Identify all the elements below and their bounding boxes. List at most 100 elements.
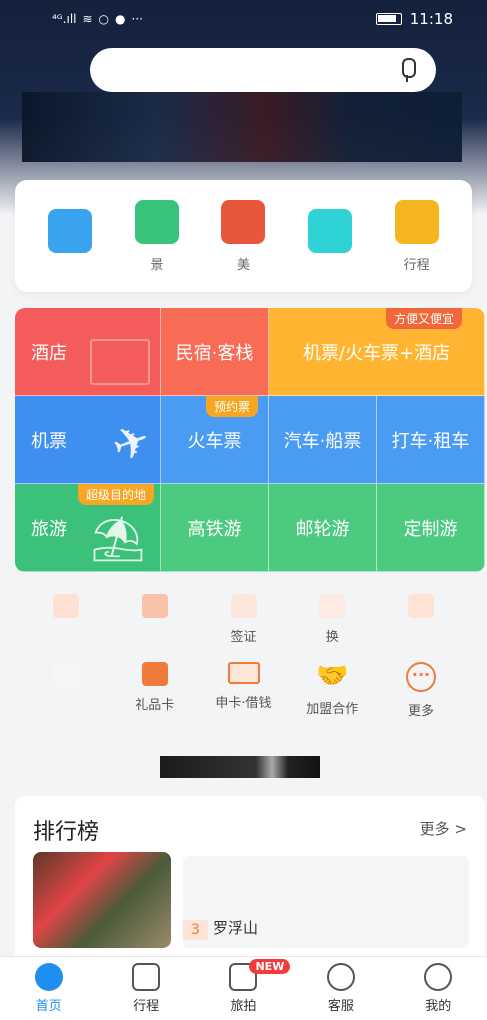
- flight-label: 机票: [31, 430, 67, 452]
- bus-ship-tile[interactable]: 汽车·船票: [269, 396, 377, 484]
- partnership-item[interactable]: 🤝 加盟合作: [292, 662, 372, 719]
- hotel-building-icon: [90, 339, 150, 385]
- hotel-label: 酒店: [31, 342, 67, 364]
- quick-icon: [134, 199, 179, 244]
- place-name: 罗浮山: [213, 919, 259, 937]
- hotel-tile[interactable]: 酒店: [15, 308, 161, 396]
- home-icon: [34, 963, 63, 991]
- service-grid: 酒店 民宿·客栈 方便又便宜 机票/火车票+酒店 机票 ✈ 预约票 火车票 汽车…: [15, 308, 485, 572]
- ranking-card: 排行榜 更多 > 3 罗浮山: [15, 796, 485, 956]
- tab-customer-service[interactable]: 客服: [301, 963, 381, 1014]
- flight-train-hotel-label: 机票/火车票+酒店: [302, 342, 451, 364]
- promo-strip[interactable]: [160, 756, 320, 778]
- tab-profile[interactable]: 我的: [398, 963, 478, 1014]
- credit-card-icon: [227, 662, 260, 684]
- secondary-item[interactable]: [26, 594, 106, 645]
- secondary-item[interactable]: [381, 594, 461, 645]
- credit-card-label: 申卡·借钱: [215, 696, 272, 711]
- quick-icon: [48, 209, 93, 253]
- headset-icon: [326, 963, 355, 991]
- more-icon: ···: [131, 12, 143, 26]
- secondary-row-b: 礼品卡 申卡·借钱 🤝 加盟合作 ··· 更多: [10, 662, 477, 719]
- quick-icon: [308, 209, 353, 253]
- status-icons: ⁴ᴳ.ıll ≋ ○ ● ···: [52, 12, 143, 26]
- rank-number: 3: [183, 920, 208, 940]
- tab-travel-photo-label: 旅拍: [230, 999, 257, 1014]
- wifi-icon: ≋: [82, 12, 93, 26]
- ranking-image[interactable]: [33, 852, 171, 948]
- train-badge: 预约票: [205, 396, 258, 417]
- custom-travel-label: 定制游: [403, 518, 458, 540]
- exchange-label: 换: [325, 630, 339, 645]
- quick-entry-card: 景 美 行程: [15, 180, 472, 292]
- flight-train-hotel-tile[interactable]: 方便又便宜 机票/火车票+酒店: [269, 308, 485, 396]
- taxi-rent-label: 打车·租车: [391, 430, 470, 452]
- handshake-icon: 🤝: [316, 661, 349, 691]
- ellipsis-icon: ···: [406, 662, 436, 692]
- quick-item[interactable]: [294, 209, 366, 263]
- tab-itinerary[interactable]: 行程: [106, 963, 186, 1014]
- ranking-title: 排行榜: [33, 820, 100, 845]
- tab-itinerary-label: 行程: [133, 999, 160, 1014]
- secondary-icon: [141, 594, 168, 618]
- search-bar[interactable]: [90, 48, 436, 92]
- gift-card-item[interactable]: 礼品卡: [115, 662, 195, 719]
- user-icon: [424, 963, 453, 991]
- taxi-rent-tile[interactable]: 打车·租车: [377, 396, 485, 484]
- credit-card-item[interactable]: 申卡·借钱: [204, 662, 284, 719]
- train-label: 火车票: [187, 430, 242, 452]
- quick-item[interactable]: 行程: [381, 199, 453, 273]
- hsr-travel-label: 高铁游: [187, 518, 242, 540]
- partnership-label: 加盟合作: [306, 702, 359, 717]
- train-tile[interactable]: 预约票 火车票: [161, 396, 269, 484]
- quick-item[interactable]: 美: [207, 199, 279, 273]
- gift-card-label: 礼品卡: [135, 698, 175, 713]
- ranking-info[interactable]: 3 罗浮山: [183, 856, 469, 948]
- cruise-label: 邮轮游: [295, 518, 350, 540]
- beach-umbrella-icon: ⛱: [90, 514, 146, 565]
- tab-home[interactable]: 首页: [9, 963, 89, 1014]
- visa-item[interactable]: 签证: [204, 594, 284, 645]
- quick-label: 行程: [403, 257, 430, 273]
- status-bar: ⁴ᴳ.ıll ≋ ○ ● ··· 11:18: [0, 0, 487, 38]
- quick-label: 美: [236, 257, 250, 273]
- visa-icon: [230, 594, 257, 618]
- tab-travel-photo[interactable]: NEW 旅拍: [203, 959, 291, 1014]
- secondary-item[interactable]: [115, 594, 195, 645]
- flight-train-hotel-badge: 方便又便宜: [385, 308, 462, 329]
- more-label: 更多: [407, 704, 434, 719]
- banner[interactable]: [22, 92, 462, 162]
- quick-label: 景: [150, 257, 164, 273]
- cruise-tile[interactable]: 邮轮游: [269, 484, 377, 572]
- quick-icon: [394, 199, 439, 244]
- clock: 11:18: [409, 10, 453, 28]
- travel-label: 旅游: [31, 518, 67, 540]
- secondary-row-a: 签证 换: [10, 594, 477, 645]
- airplane-icon: ✈: [105, 413, 158, 474]
- bus-ship-label: 汽车·船票: [283, 430, 362, 452]
- calendar-icon: [132, 963, 161, 991]
- quick-item[interactable]: 景: [121, 199, 193, 273]
- flight-tile[interactable]: 机票 ✈: [15, 396, 161, 484]
- quick-item[interactable]: [34, 209, 106, 263]
- homestay-label: 民宿·客栈: [175, 342, 254, 364]
- exchange-item[interactable]: 换: [292, 594, 372, 645]
- signal-icon: ⁴ᴳ.ıll: [52, 12, 77, 26]
- secondary-item[interactable]: [26, 662, 106, 719]
- microphone-icon[interactable]: [400, 58, 416, 82]
- homestay-tile[interactable]: 民宿·客栈: [161, 308, 269, 396]
- visa-label: 签证: [230, 630, 257, 645]
- quick-icon: [221, 199, 266, 244]
- ranking-more-link[interactable]: 更多 >: [420, 818, 467, 839]
- tab-customer-service-label: 客服: [327, 999, 354, 1014]
- secondary-icon: [53, 662, 79, 686]
- tab-home-label: 首页: [35, 999, 62, 1014]
- more-item[interactable]: ··· 更多: [381, 662, 461, 719]
- chat-icon: ●: [115, 12, 126, 26]
- custom-travel-tile[interactable]: 定制游: [377, 484, 485, 572]
- hsr-travel-tile[interactable]: 高铁游: [161, 484, 269, 572]
- new-badge: NEW: [249, 959, 291, 974]
- travel-tile[interactable]: 超级目的地 旅游 ⛱: [15, 484, 161, 572]
- travel-badge: 超级目的地: [77, 484, 154, 505]
- bottom-tab-bar: 首页 行程 NEW 旅拍 客服 我的: [0, 956, 487, 1020]
